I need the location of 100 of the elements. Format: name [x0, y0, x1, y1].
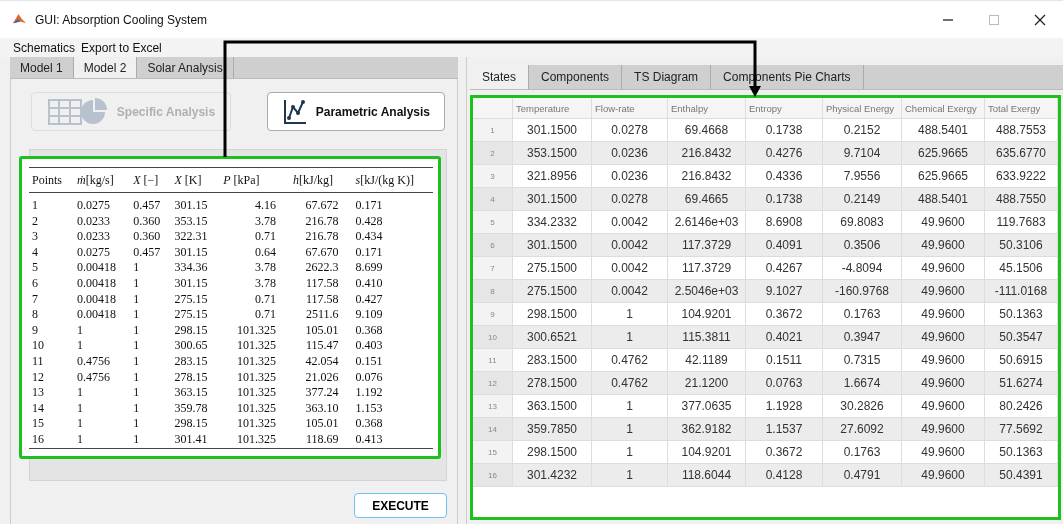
table-cell: 301.41	[174, 431, 208, 446]
table-cell: 0.4276	[746, 142, 823, 165]
table-cell: 0.4762	[592, 349, 668, 372]
table-cell: 49.9600	[902, 326, 985, 349]
table-cell: 298.1500	[513, 303, 592, 326]
table-cell: 42.1189	[668, 349, 746, 372]
table-cell: 363.15	[174, 385, 208, 400]
table-cell: 77.5692	[985, 418, 1058, 441]
table-cell: 216.78	[305, 229, 339, 244]
table-cell: 1	[592, 395, 668, 418]
tab[interactable]: States	[470, 65, 530, 89]
table-cell: 0.4756	[77, 369, 110, 384]
table-cell: 50.4391	[985, 464, 1058, 487]
table-cell: 0.1738	[746, 188, 823, 211]
table-cell: 49.9600	[902, 303, 985, 326]
table-cell: 49.9600	[902, 441, 985, 464]
table-cell: 49.9600	[902, 464, 985, 487]
table-cell: 0.3672	[746, 303, 823, 326]
window-title: GUI: Absorption Cooling System	[35, 12, 208, 27]
menu-item[interactable]: Schematics	[13, 40, 76, 55]
table-cell: 1.192	[355, 385, 383, 400]
column-header: s[kJ/(kg K)]	[355, 173, 414, 187]
table-cell: 301.1500	[513, 119, 592, 142]
table-cell: 283.1500	[513, 349, 592, 372]
parametric-analysis-button[interactable]: Parametric Analysis	[266, 92, 445, 131]
menu-item[interactable]: Export to Excel	[81, 40, 162, 55]
table-cell: 278.15	[174, 369, 208, 384]
table-cell: 300.65	[174, 338, 208, 353]
table-cell: 42.054	[305, 353, 339, 368]
table-cell: 117.58	[306, 291, 339, 306]
table-cell: 101.325	[237, 385, 277, 400]
table-cell: 80.2426	[985, 395, 1058, 418]
table-cell: 334.2332	[513, 211, 592, 234]
table-cell: 1	[133, 338, 140, 353]
table-cell: 334.36	[174, 260, 208, 275]
column-header: X [K]	[174, 173, 202, 187]
table-cell: 12	[32, 369, 44, 384]
table-cell: 119.7683	[985, 211, 1058, 234]
table-cell: 45.1506	[985, 257, 1058, 280]
table-cell: 50.1363	[985, 441, 1058, 464]
table-cell: 1	[133, 291, 140, 306]
table-cell: 0.2149	[823, 188, 902, 211]
table-cell: 1	[592, 464, 668, 487]
table-pie-icon	[46, 96, 109, 127]
table-cell: 14	[32, 400, 44, 415]
table-cell: 0.71	[255, 307, 277, 322]
row-header: 5	[473, 211, 513, 234]
column-header: Enthalpy	[668, 98, 746, 119]
table-cell: 0.0236	[592, 142, 668, 165]
table-cell: 2	[32, 213, 38, 228]
table-cell: 3.78	[255, 260, 277, 275]
table-cell: 1.6674	[823, 372, 902, 395]
table-cell: 0.4762	[592, 372, 668, 395]
table-cell: 49.9600	[902, 257, 985, 280]
column-header: h[kJ/kg]	[293, 173, 334, 187]
table-cell: 0.0278	[592, 188, 668, 211]
table-cell: -4.8094	[823, 257, 902, 280]
column-header: ṁ[kg/s]	[77, 173, 114, 187]
table-cell: 0.076	[355, 369, 383, 384]
execute-button[interactable]: EXECUTE	[354, 493, 447, 518]
row-header: 13	[473, 395, 513, 418]
table-cell: 118.69	[306, 431, 339, 446]
table-cell: 2511.6	[306, 307, 339, 322]
table-cell: 69.4668	[668, 119, 746, 142]
table-cell: 0.4336	[746, 165, 823, 188]
table-cell: 104.9201	[668, 303, 746, 326]
table-cell: 27.6092	[823, 418, 902, 441]
table-cell: 0.3947	[823, 326, 902, 349]
table-cell: 0.1763	[823, 441, 902, 464]
table-cell: 301.1500	[513, 234, 592, 257]
table-cell: 216.78	[305, 213, 339, 228]
table-cell: 101.325	[237, 322, 277, 337]
table-cell: 0.0042	[592, 280, 668, 303]
table-cell: 9.7104	[823, 142, 902, 165]
table-cell: 0.368	[355, 416, 383, 431]
table-cell: 1	[133, 431, 140, 446]
table-cell: 9.1027	[746, 280, 823, 303]
table-cell: 1	[77, 400, 83, 415]
table-cell: 50.1363	[985, 303, 1058, 326]
table-cell: 216.8432	[668, 165, 746, 188]
table-cell: 301.4232	[513, 464, 592, 487]
table-cell: 363.1500	[513, 395, 592, 418]
table-cell: 5	[32, 260, 38, 275]
table-cell: 21.1200	[668, 372, 746, 395]
table-cell: 625.9665	[902, 142, 985, 165]
table-cell: 117.3729	[668, 257, 746, 280]
table-cell: 101.325	[237, 431, 277, 446]
row-header: 15	[473, 441, 513, 464]
tab[interactable]: Model 2	[73, 57, 138, 78]
table-cell: 625.9665	[902, 165, 985, 188]
table-cell: 1	[133, 385, 140, 400]
table-cell: 1	[77, 431, 83, 446]
table-cell: 363.10	[305, 400, 339, 415]
row-header: 16	[473, 464, 513, 487]
table-cell: 0.434	[355, 229, 383, 244]
table-cell: 275.1500	[513, 257, 592, 280]
table-cell: 49.9600	[902, 280, 985, 303]
table-cell: 283.15	[174, 353, 208, 368]
table-cell: 0.171	[355, 244, 383, 259]
table-cell: 0.4091	[746, 234, 823, 257]
